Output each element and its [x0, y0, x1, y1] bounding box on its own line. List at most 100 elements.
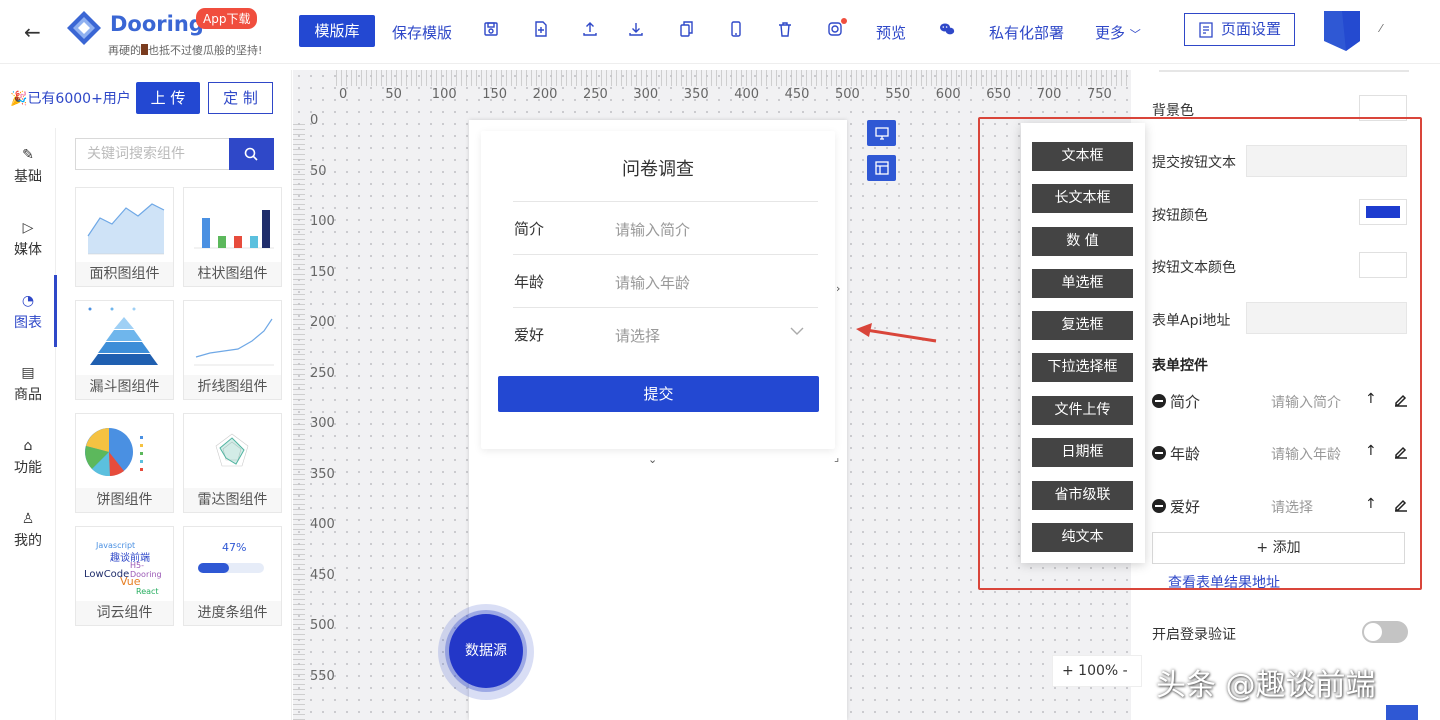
radar-chart-thumbnail — [188, 418, 277, 488]
bar-chart-thumbnail — [188, 192, 277, 262]
search-button[interactable] — [229, 138, 274, 170]
category-nav — [0, 128, 56, 720]
logo-name: Dooring — [110, 12, 204, 36]
category-goods[interactable]: ▤ 商品 — [0, 364, 56, 404]
form-field-age[interactable]: 年龄 请输入年龄 — [513, 254, 818, 306]
ruler-tick-label: 700 — [1036, 87, 1062, 102]
form-field-input[interactable]: 请输入年龄 — [615, 272, 690, 293]
area-chart-component[interactable]: 面积图组件 — [75, 187, 174, 287]
ruler-tick-label: 550 — [310, 668, 335, 684]
private-deploy-button[interactable]: 私有化部署 — [989, 22, 1064, 43]
funnel-chart-component[interactable]: 漏斗图组件 — [75, 300, 174, 400]
ruler-tick-label: 250 — [583, 87, 608, 102]
monitor-icon — [875, 127, 889, 140]
resize-handle-icon[interactable]: ⌟ — [834, 451, 839, 464]
slogan-end: 也抵不过傻瓜般的坚持! — [148, 44, 263, 57]
form-field-select[interactable]: 请选择 — [615, 325, 660, 346]
new-file-icon[interactable] — [533, 21, 549, 39]
upload-icon[interactable] — [582, 21, 598, 39]
progress-bar-component[interactable]: 47% 进度条组件 — [183, 526, 282, 626]
pie-chart-component[interactable]: 饼图组件 — [75, 413, 174, 513]
pen-icon: ✎ — [22, 147, 34, 163]
pie-chart-icon: ◔ — [21, 293, 35, 309]
form-field-input[interactable]: 请输入简介 — [615, 219, 690, 240]
upload-button[interactable]: 上 传 — [136, 82, 200, 114]
category-goods-label: 商品 — [14, 387, 42, 403]
mobile-icon[interactable] — [728, 21, 744, 39]
top-toolbar: ← Dooring App下载 再硬的 也抵不过傻瓜般的坚持! 模版库 保存模版 … — [0, 0, 1440, 64]
layout-icon — [875, 161, 889, 175]
user-icon: ♙ — [21, 511, 35, 527]
download-icon[interactable] — [628, 21, 644, 39]
form-submit-button[interactable]: 提交 — [498, 376, 819, 412]
form-field-intro[interactable]: 简介 请输入简介 — [513, 201, 818, 253]
shop-icon: ▤ — [21, 365, 35, 381]
expand-right-icon[interactable]: › — [836, 282, 840, 295]
category-functions-label: 功能 — [14, 460, 42, 476]
zoom-control[interactable]: + 100% - — [1052, 655, 1142, 687]
area-chart-thumbnail — [80, 192, 169, 262]
ruler-tick-label: 250 — [310, 365, 335, 381]
account-caret-icon[interactable]: ⁄ — [1380, 22, 1382, 35]
word-cloud-thumbnail: Javascript 趣谈前端 H5-Dooring LowCode Vue R… — [80, 531, 169, 601]
bar-chart-component[interactable]: 柱状图组件 — [183, 187, 282, 287]
more-menu[interactable]: 更多 ﹀ — [1095, 22, 1141, 43]
word-cloud-component[interactable]: Javascript 趣谈前端 H5-Dooring LowCode Vue R… — [75, 526, 174, 626]
slogan-start: 再硬的 — [108, 44, 141, 57]
ruler-tick-label: 650 — [986, 87, 1012, 102]
annotation-highlight-frame — [978, 117, 1422, 590]
save-template-button[interactable]: 保存模版 — [392, 22, 452, 43]
component-search-input[interactable]: 关键词搜索组件 — [75, 138, 229, 170]
category-charts[interactable]: ◔ 图表 — [0, 292, 56, 332]
function-icon: ⌂ — [23, 438, 33, 454]
dooring-logo-icon — [67, 11, 101, 45]
qrcode-icon[interactable] — [827, 18, 847, 39]
ruler-tick-label: 150 — [310, 264, 335, 280]
ruler-tick-label: 100 — [310, 214, 335, 229]
app-download-badge[interactable]: App下载 — [196, 8, 258, 29]
ruler-tick-label: 400 — [310, 517, 335, 532]
save-icon[interactable] — [483, 21, 499, 39]
more-menu-label: 更多 — [1095, 24, 1126, 42]
form-field-label: 简介 — [514, 220, 545, 238]
layout-button[interactable] — [867, 155, 896, 181]
form-field-hobby[interactable]: 爱好 请选择 — [513, 307, 818, 359]
delete-icon[interactable] — [777, 21, 793, 39]
copy-icon[interactable] — [678, 21, 694, 39]
slogan: 再硬的 也抵不过傻瓜般的坚持! — [108, 42, 262, 58]
template-library-button[interactable]: 模版库 — [299, 15, 375, 47]
preview-button[interactable]: 预览 — [876, 22, 906, 43]
ruler-tick-label: 150 — [482, 87, 508, 102]
progress-bar-thumbnail: 47% — [188, 531, 277, 601]
page-settings-button[interactable]: 页面设置 — [1184, 13, 1295, 46]
progress-bar-label: 进度条组件 — [184, 601, 281, 625]
form-title: 问卷调查 — [622, 159, 694, 180]
radar-chart-component[interactable]: 雷达图组件 — [183, 413, 282, 513]
corner-action-button[interactable] — [1386, 705, 1418, 720]
progress-fill — [198, 563, 230, 573]
page-settings-label: 页面设置 — [1221, 20, 1282, 38]
progress-track — [198, 563, 264, 573]
users-count: 🎉已有6000+用户 — [10, 88, 131, 108]
wechat-icon[interactable] — [939, 21, 955, 39]
ruler-tick-label: 50 — [385, 87, 402, 102]
category-media[interactable]: ▷ 媒体 — [0, 219, 56, 259]
arrow-left-icon[interactable]: ← — [24, 20, 41, 44]
custom-button[interactable]: 定 制 — [208, 82, 273, 114]
ruler-tick-label: 0 — [310, 113, 319, 128]
login-verify-toggle[interactable] — [1362, 621, 1408, 643]
ruler-tick-label: 300 — [310, 416, 335, 431]
line-chart-component[interactable]: 折线图组件 — [183, 300, 282, 400]
desktop-preview-button[interactable] — [867, 120, 896, 146]
datasource-button[interactable]: 数据源 — [449, 614, 523, 688]
ruler-tick-label: 600 — [935, 87, 961, 102]
word-cloud-word: React — [136, 587, 159, 596]
collapse-down-icon[interactable]: ⌄ — [648, 453, 657, 466]
ruler-tick-label: 300 — [633, 87, 659, 102]
category-functions[interactable]: ⌂ 功能 — [0, 437, 56, 477]
category-basic[interactable]: ✎ 基础 — [0, 146, 56, 186]
avatar[interactable] — [1324, 11, 1368, 51]
category-mine[interactable]: ♙ 我的 — [0, 510, 56, 550]
category-charts-label: 图表 — [14, 315, 42, 331]
party-popper-icon: 🎉 — [10, 91, 28, 107]
